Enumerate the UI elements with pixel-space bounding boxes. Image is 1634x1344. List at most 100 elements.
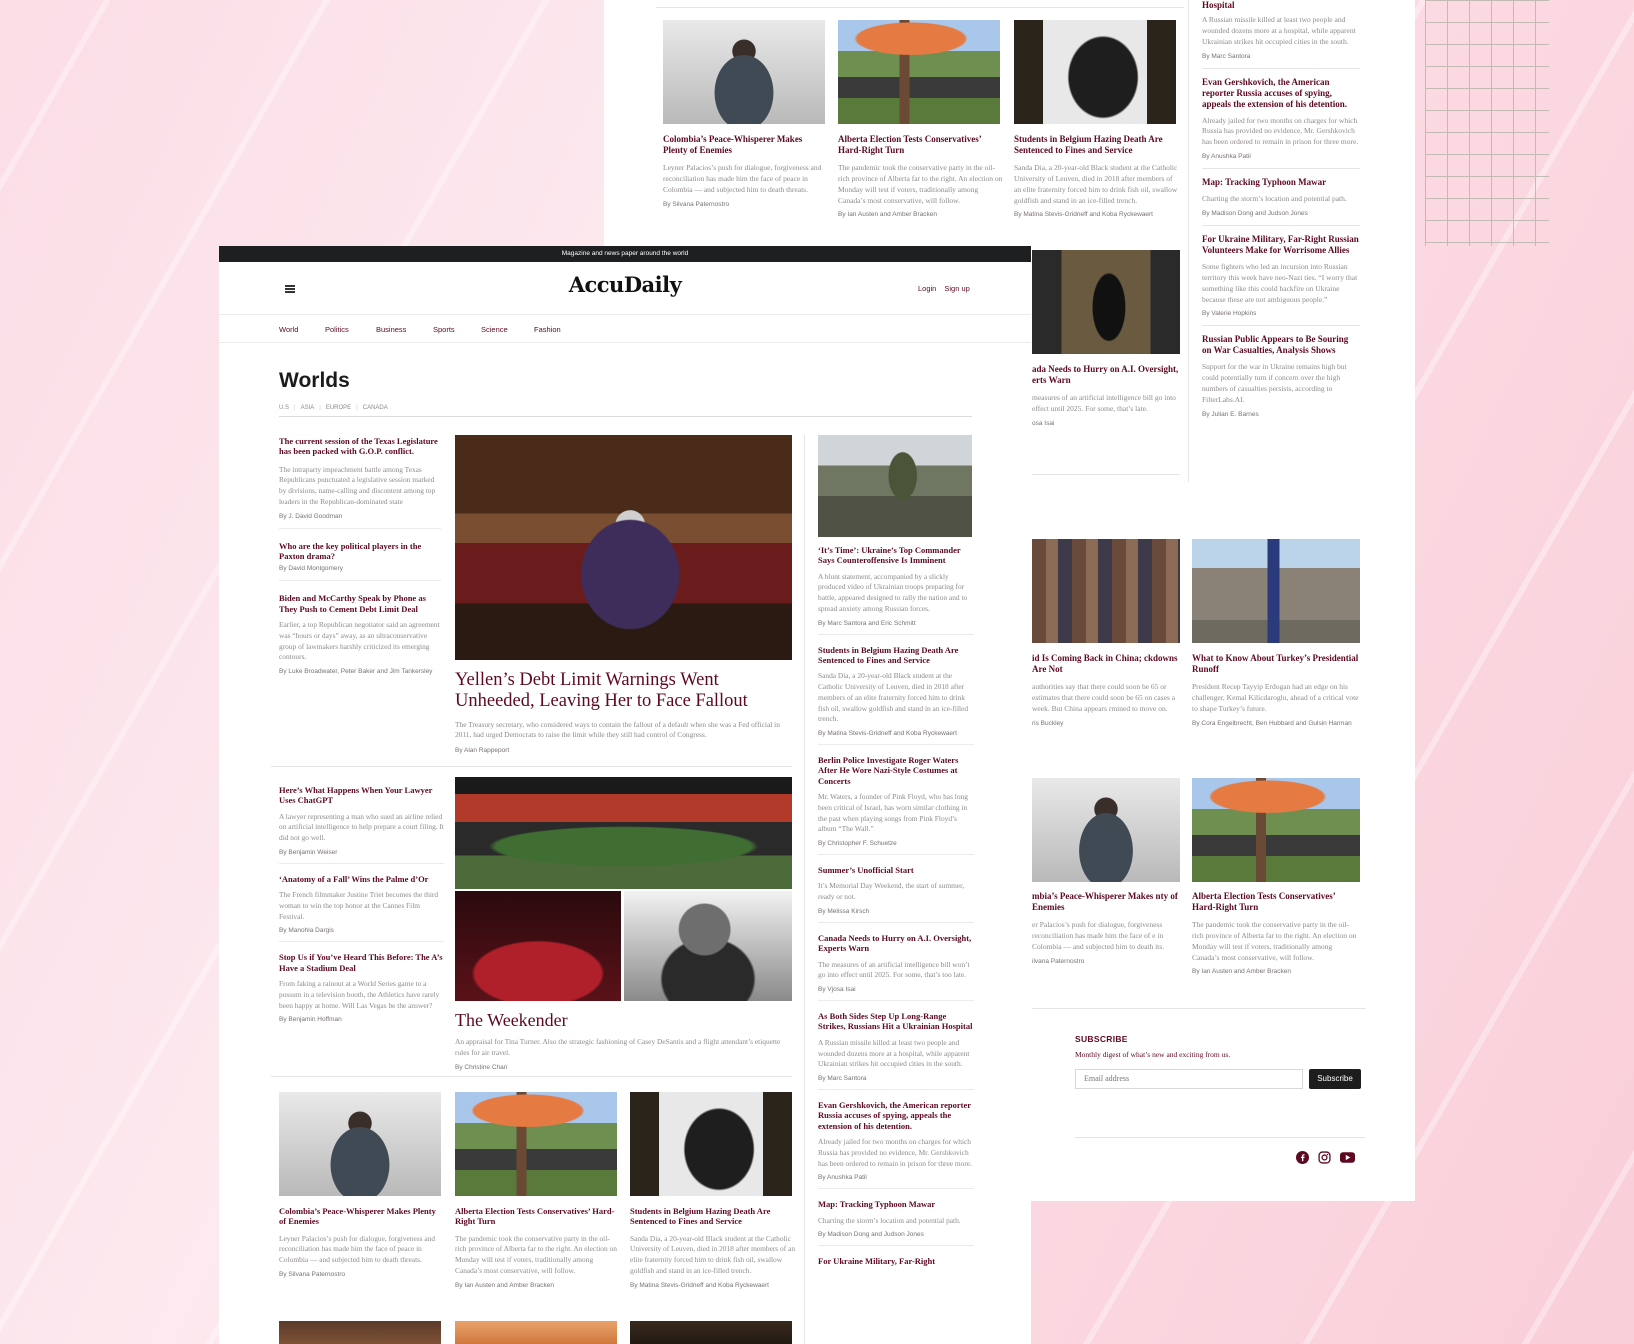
card-summary: The pandemic took the conservative party… [455,1233,617,1275]
card-image[interactable] [455,1321,617,1344]
nav-item-sports[interactable]: Sports [433,325,481,334]
signup-link[interactable]: Sign up [944,284,969,293]
list-item-title[interactable]: Evan Gershkovich, the American reporter … [1202,77,1360,110]
weekender-byline: By Christine Chan [455,1064,508,1072]
list-item-summary: Mr. Waters, a founder of Pink Floyd, who… [818,792,968,834]
card-title[interactable]: Colombia’s Peace-Whisperer Makes Plenty … [663,134,828,156]
nav-item-science[interactable]: Science [481,325,534,334]
card-summary: Sanda Dia, a 20-year-old Black student a… [1014,162,1178,205]
subnav-canada[interactable]: CANADA [363,405,388,411]
card-image[interactable] [1032,778,1180,882]
card-image[interactable] [279,1092,441,1196]
list-item-byline: By Madison Dong and Judson Jones [818,1231,924,1239]
subnav-europe[interactable]: EUROPE [326,405,351,411]
card-summary: measures of an artificial intelligence b… [1032,392,1176,413]
subnav-asia[interactable]: ASIA [301,405,315,411]
weekender-image-left[interactable] [455,891,621,1001]
card-image[interactable] [630,1092,792,1196]
section-subnav: U.S | ASIA | EUROPE | CANADA [279,405,388,411]
list-item-title[interactable]: Who are the key political players in the… [279,541,441,562]
left-list-top: The current session of the Texas Legisla… [279,436,441,675]
list-item-title[interactable]: ‘It’s Time’: Ukraine’s Top Commander Say… [818,545,974,566]
weekender-image-main[interactable] [455,777,792,889]
card-image[interactable] [1032,539,1180,643]
card-title[interactable]: Alberta Election Tests Conservatives’ Ha… [1192,891,1360,913]
list-item-title[interactable]: Here’s What Happens When Your Lawyer Use… [279,785,444,806]
card-title[interactable]: mbia’s Peace-Whisperer Makes nty of Enem… [1032,891,1180,913]
list-item-title[interactable]: Canada Needs to Hurry on A.I. Oversight,… [818,933,974,954]
subscribe-button[interactable]: Subscribe [1309,1068,1361,1089]
card-byline: ris Buckley [1032,719,1064,727]
list-item-summary: Support for the war in Ukraine remains h… [1202,362,1347,404]
instagram-icon[interactable] [1318,1151,1331,1164]
weekender-title[interactable]: The Weekender [455,1010,792,1031]
weekender-image-right[interactable] [624,891,792,1001]
lead-image[interactable] [455,435,792,660]
card-title[interactable]: Colombia’s Peace-Whisperer Makes Plenty … [279,1206,444,1227]
email-field[interactable] [1075,1068,1303,1089]
card: Colombia’s Peace-Whisperer Makes Plenty … [663,134,828,208]
list-item-byline: By J. David Goodman [279,512,343,520]
list-item-title[interactable]: The current session of the Texas Legisla… [279,436,441,457]
card: Students in Belgium Hazing Death Are Sen… [1014,134,1179,218]
list-item-summary: A lawyer representing a man who sued an … [279,811,444,843]
list-item-title[interactable]: For Ukraine Military, Far-Right [818,1256,974,1266]
card-image[interactable] [1014,20,1176,124]
card-title[interactable]: Students in Belgium Hazing Death Are Sen… [630,1206,795,1227]
list-item-title[interactable]: Biden and McCarthy Speak by Phone as The… [279,593,441,614]
nav-item-world[interactable]: World [279,325,325,334]
right-list: ‘It’s Time’: Ukraine’s Top Commander Say… [818,545,974,1267]
list-item-byline: By David Montgomery [279,565,343,573]
card-summary: The pandemic took the conservative party… [838,162,1003,205]
subnav-us[interactable]: U.S [279,405,289,411]
list-item-title[interactable]: For Ukraine Military, Far-Right Russian … [1202,234,1360,256]
list-item-title[interactable]: ‘Anatomy of a Fall’ Wins the Palme d’Or [279,874,444,884]
list-item-title[interactable]: As Both Sides Step Up Long-Range Strikes… [818,1011,974,1032]
login-link[interactable]: Login [918,284,936,293]
list-item-byline: By Anushka Patil [1202,153,1251,161]
menu-icon[interactable] [285,285,295,293]
list-item-title[interactable]: Hospital [1202,0,1360,11]
card-image[interactable] [455,1092,617,1196]
list-item-title[interactable]: Evan Gershkovich, the American reporter … [818,1100,974,1131]
list-item-title[interactable]: Map: Tracking Typhoon Mawar [818,1199,974,1209]
nav-item-fashion[interactable]: Fashion [534,325,561,334]
card: What to Know About Turkey’s Presidential… [1192,653,1360,727]
card-title[interactable]: Alberta Election Tests Conservatives’ Ha… [455,1206,620,1227]
list-item-title[interactable]: Students in Belgium Hazing Death Are Sen… [818,645,974,666]
list-item-title[interactable]: Russian Public Appears to Be Souring on … [1202,334,1360,356]
list-item-title[interactable]: Stop Us if You’ve Heard This Before: The… [279,952,444,973]
list-item-title[interactable]: Berlin Police Investigate Roger Waters A… [818,755,974,786]
side-list: Hospital A Russian missile killed at lea… [1202,0,1360,418]
facebook-icon[interactable] [1296,1151,1309,1164]
card-image[interactable] [279,1321,441,1344]
side-image[interactable] [818,435,972,537]
nav-item-politics[interactable]: Politics [325,325,376,334]
card: mbia’s Peace-Whisperer Makes nty of Enem… [1032,891,1180,965]
card-image[interactable] [1192,539,1360,643]
card-image[interactable] [663,20,825,124]
card-title[interactable]: ada Needs to Hurry on A.I. Oversight, er… [1032,364,1180,386]
list-item-summary: The intraparty impeachment battle among … [279,464,436,506]
youtube-icon[interactable] [1340,1151,1355,1164]
lead-summary: The Treasury secretary, who considered w… [455,719,780,740]
card-image[interactable] [1032,250,1180,354]
list-item-title[interactable]: Summer’s Unofficial Start [818,865,974,875]
card-title[interactable]: id Is Coming Back in China; ckdowns Are … [1032,653,1180,675]
card-title[interactable]: Students in Belgium Hazing Death Are Sen… [1014,134,1179,156]
list-item-byline: By Marc Santora [818,1075,867,1082]
list-item-title[interactable]: Map: Tracking Typhoon Mawar [1202,177,1360,188]
site-logo[interactable]: AccuDaily [519,272,731,297]
lead-title[interactable]: Yellen’s Debt Limit Warnings Went Unheed… [455,670,795,713]
card-image[interactable] [1192,778,1360,882]
card-title[interactable]: What to Know About Turkey’s Presidential… [1192,653,1360,675]
card-summary: Leyner Palacios’s push for dialogue, for… [663,162,822,194]
list-item-summary: It’s Memorial Day Weekend, the start of … [818,881,965,902]
card-byline: By Matina Stevis-Gridneff and Koba Rycke… [1014,211,1153,219]
nav-item-business[interactable]: Business [376,325,433,334]
main-nav: World Politics Business Sports Science F… [279,325,561,334]
card-image[interactable] [630,1321,792,1344]
left-list-bottom: Here’s What Happens When Your Lawyer Use… [279,785,444,1023]
card-image[interactable] [838,20,1000,124]
card-title[interactable]: Alberta Election Tests Conservatives’ Ha… [838,134,1003,156]
